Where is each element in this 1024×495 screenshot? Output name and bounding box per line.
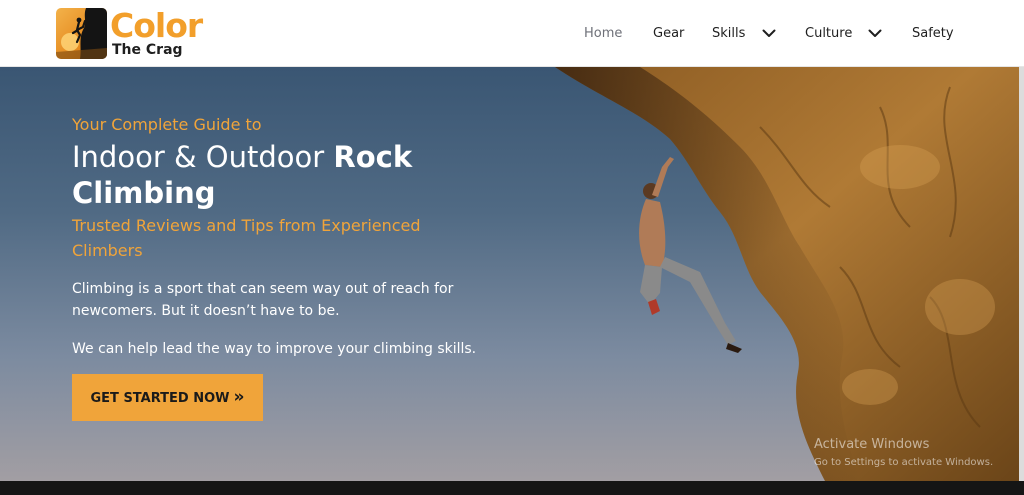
nav-home-label: Home [584, 26, 623, 41]
main-nav: Home Gear Skills Culture Safety [0, 0, 1024, 67]
nav-culture[interactable]: Culture [805, 24, 882, 44]
watermark-subtitle: Go to Settings to activate Windows. [814, 457, 994, 468]
hero-headline-regular: Indoor & Outdoor [72, 140, 334, 174]
nav-safety[interactable]: Safety [912, 24, 954, 44]
hero-subheadline: Trusted Reviews and Tips from Experience… [72, 216, 421, 260]
site-header: Color The Crag Home Gear Skills Culture … [0, 0, 1024, 67]
nav-gear-label: Gear [653, 26, 685, 41]
get-started-button[interactable]: GET STARTED NOW» [72, 374, 263, 421]
nav-home[interactable]: Home [584, 24, 622, 44]
chevron-down-icon [762, 29, 776, 37]
double-chevron-right-icon: » [233, 387, 245, 407]
nav-skills-label: Skills [712, 26, 746, 41]
hero-eyebrow: Your Complete Guide to [72, 115, 262, 134]
nav-safety-label: Safety [912, 26, 954, 41]
footer-strip [0, 481, 1024, 495]
nav-skills[interactable]: Skills [712, 24, 776, 44]
nav-culture-label: Culture [805, 26, 853, 41]
hero-paragraph-2: We can help lead the way to improve your… [72, 341, 477, 357]
page-scrollbar[interactable] [1019, 67, 1024, 481]
activate-windows-watermark: Activate Windows Go to Settings to activ… [814, 437, 993, 471]
hero-paragraph-1: Climbing is a sport that can seem way ou… [72, 281, 454, 319]
watermark-title: Activate Windows [814, 437, 930, 452]
nav-gear[interactable]: Gear [653, 24, 684, 44]
hero-section: Your Complete Guide to Indoor & Outdoor … [0, 67, 1024, 481]
get-started-label: GET STARTED NOW [90, 391, 230, 406]
hero-headline: Indoor & Outdoor Rock Climbing [72, 139, 492, 211]
chevron-down-icon [868, 29, 882, 37]
